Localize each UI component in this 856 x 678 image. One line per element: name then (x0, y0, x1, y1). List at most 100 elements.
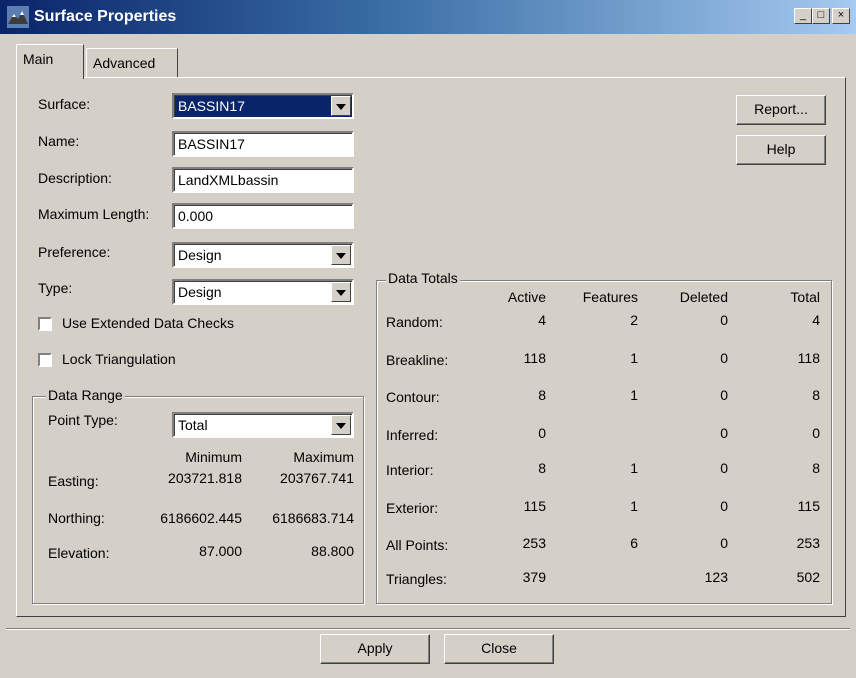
row-label: Exterior: (386, 500, 439, 516)
surface-dropdown-value: BASSIN17 (178, 98, 245, 114)
elevation-min: 87.000 (199, 543, 242, 559)
preference-dropdown-button[interactable] (331, 245, 351, 265)
cell-active: 379 (522, 569, 546, 585)
cell-deleted: 0 (720, 425, 728, 441)
tab-main[interactable]: Main (16, 44, 84, 79)
elevation-max: 88.800 (311, 543, 354, 559)
minimum-header: Minimum (185, 449, 242, 465)
description-field-value: LandXMLbassin (178, 172, 279, 188)
minimize-icon: _ (799, 9, 807, 21)
cell-active: 115 (523, 498, 546, 514)
cell-deleted: 0 (720, 350, 728, 366)
cell-total: 253 (796, 535, 820, 551)
tab-advanced-label: Advanced (93, 55, 156, 71)
data-range-title: Data Range (46, 387, 125, 403)
name-field[interactable]: BASSIN17 (172, 131, 354, 157)
report-button[interactable]: Report... (736, 95, 826, 125)
extended-checks-label[interactable]: Use Extended Data Checks (62, 315, 234, 331)
lock-triangulation-label[interactable]: Lock Triangulation (62, 351, 176, 367)
close-icon: × (837, 9, 845, 21)
point-type-label: Point Type: (48, 412, 118, 428)
cell-features: 1 (630, 387, 638, 403)
report-button-label: Report... (754, 101, 808, 117)
minimize-button[interactable]: _ (794, 8, 812, 24)
elevation-label: Elevation: (48, 545, 110, 561)
max-length-field[interactable]: 0.000 (172, 203, 354, 229)
cell-features: 1 (630, 350, 638, 366)
window-title: Surface Properties (34, 8, 177, 25)
help-button-label: Help (766, 141, 796, 157)
point-type-dropdown-value: Total (178, 417, 208, 433)
cell-features: 1 (630, 460, 638, 476)
active-header: Active (507, 289, 546, 305)
total-header: Total (790, 289, 820, 305)
row-label: Interior: (386, 462, 434, 478)
row-label: Breakline: (386, 352, 449, 368)
point-type-dropdown-button[interactable] (331, 415, 351, 435)
data-totals-group (376, 280, 832, 604)
max-length-label: Maximum Length: (38, 206, 150, 222)
northing-min: 6186602.445 (160, 510, 242, 526)
title-bar: Surface Properties _ □ × (0, 0, 856, 34)
row-label: Triangles: (386, 571, 447, 587)
point-type-dropdown[interactable]: Total (172, 412, 354, 438)
type-dropdown-value: Design (178, 284, 222, 300)
maximize-icon: □ (817, 9, 825, 21)
extended-checks-checkbox[interactable] (38, 317, 52, 331)
type-dropdown[interactable]: Design (172, 279, 354, 305)
deleted-header: Deleted (679, 289, 728, 305)
tab-advanced[interactable]: Advanced (86, 48, 178, 78)
row-label: Random: (386, 314, 443, 330)
footer-separator (6, 628, 850, 630)
cell-deleted: 0 (720, 498, 728, 514)
description-label: Description: (38, 170, 112, 186)
cell-total: 0 (812, 425, 820, 441)
row-label: Contour: (386, 389, 440, 405)
max-length-field-value: 0.000 (178, 208, 214, 224)
lock-triangulation-checkbox[interactable] (38, 353, 52, 367)
close-window-button[interactable]: × (832, 8, 850, 24)
easting-min: 203721.818 (168, 470, 242, 486)
cell-features: 1 (630, 498, 638, 514)
cell-total: 502 (796, 569, 820, 585)
close-button[interactable]: Close (444, 634, 554, 664)
cell-active: 4 (538, 312, 546, 328)
cell-active: 118 (523, 350, 546, 366)
chevron-down-icon (336, 423, 346, 429)
maximum-header: Maximum (293, 449, 354, 465)
cell-deleted: 0 (720, 387, 728, 403)
cell-total: 118 (797, 350, 820, 366)
features-header: Features (582, 289, 638, 305)
cell-total: 8 (812, 460, 820, 476)
chevron-down-icon (336, 253, 346, 259)
name-field-value: BASSIN17 (178, 136, 245, 152)
northing-label: Northing: (48, 510, 105, 526)
northing-max: 6186683.714 (272, 510, 354, 526)
surface-dropdown-button[interactable] (331, 96, 351, 116)
apply-button-label: Apply (357, 640, 393, 656)
cell-features: 6 (630, 535, 638, 551)
maximize-button[interactable]: □ (812, 8, 830, 24)
cell-deleted: 123 (704, 569, 728, 585)
row-label: All Points: (386, 537, 449, 553)
preference-dropdown-value: Design (178, 247, 222, 263)
surface-label: Surface: (38, 96, 91, 112)
close-button-label: Close (481, 640, 517, 656)
cell-active: 8 (538, 387, 546, 403)
type-dropdown-button[interactable] (331, 282, 351, 302)
data-totals-title: Data Totals (386, 270, 460, 286)
cell-deleted: 0 (720, 535, 728, 551)
apply-button[interactable]: Apply (320, 634, 430, 664)
surface-dropdown[interactable]: BASSIN17 (172, 93, 354, 119)
help-button[interactable]: Help (736, 135, 826, 165)
cell-deleted: 0 (720, 460, 728, 476)
easting-label: Easting: (48, 473, 99, 489)
surface-app-icon (7, 6, 29, 28)
cell-active: 8 (538, 460, 546, 476)
row-label: Inferred: (386, 427, 439, 443)
preference-dropdown[interactable]: Design (172, 242, 354, 268)
cell-total: 115 (797, 498, 820, 514)
cell-features: 2 (630, 312, 638, 328)
description-field[interactable]: LandXMLbassin (172, 167, 354, 193)
chevron-down-icon (336, 290, 346, 296)
